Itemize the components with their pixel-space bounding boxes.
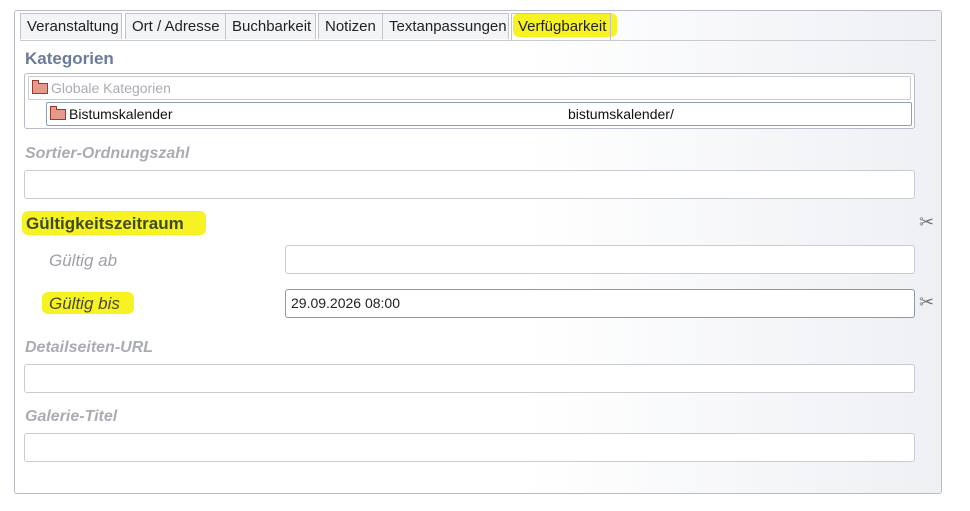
tab-buchbarkeit[interactable]: Buchbarkeit [225, 13, 316, 39]
category-child-label: Bistumskalender [69, 106, 173, 122]
gallery-title-input[interactable] [24, 433, 915, 462]
detail-url-input[interactable] [24, 364, 915, 393]
category-child-path: bistumskalender/ [568, 106, 674, 122]
sort-order-input[interactable] [24, 170, 915, 199]
category-root[interactable]: Globale Kategorien [28, 76, 911, 100]
category-child[interactable]: Bistumskalender bistumskalender/ [46, 102, 912, 126]
detail-url-label: Detailseiten-URL [25, 339, 154, 356]
gallery-title-label: Galerie-Titel [25, 408, 118, 425]
tab-verfuegbarkeit[interactable]: Verfügbarkeit [511, 13, 611, 40]
valid-until-input[interactable]: 29.09.2026 08:00 [285, 289, 915, 318]
category-tree: Globale Kategorien Bistumskalender bistu… [24, 73, 915, 129]
sort-order-label: Sortier-Ordnungszahl [25, 145, 190, 162]
category-root-label: Globale Kategorien [51, 80, 171, 96]
valid-until-label: Gültig bis [49, 294, 120, 313]
valid-from-input[interactable] [285, 245, 915, 274]
scissors-icon[interactable]: ✂ [919, 213, 934, 231]
categories-title: Kategorien [25, 49, 114, 68]
tab-divider [20, 40, 936, 41]
folder-icon [32, 80, 48, 94]
tab-textanpassungen[interactable]: Textanpassungen [382, 13, 509, 39]
scissors-icon[interactable]: ✂ [919, 293, 934, 311]
validity-title: Gültigkeitszeitraum [26, 214, 184, 233]
valid-from-label: Gültig ab [49, 251, 118, 270]
folder-icon [50, 106, 66, 120]
tab-veranstaltung[interactable]: Veranstaltung [20, 13, 122, 39]
